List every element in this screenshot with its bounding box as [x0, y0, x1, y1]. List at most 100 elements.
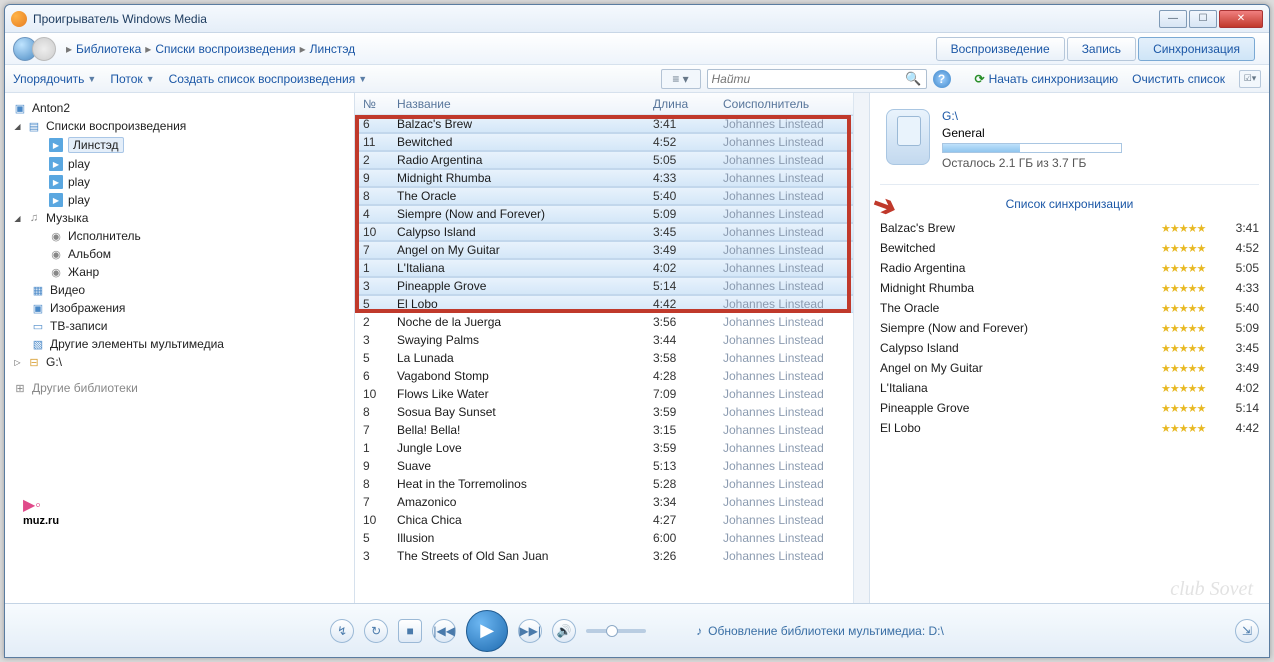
rating-stars[interactable]: ★★★★★	[1161, 322, 1219, 335]
muz-logo[interactable]: ▶◦muz.ru	[23, 495, 59, 527]
track-row[interactable]: 3Pineapple Grove5:14Johannes Linstead	[355, 277, 853, 295]
tree-playlist-item[interactable]: ▶Линстэд	[13, 135, 346, 155]
start-sync-button[interactable]: ⟳Начать синхронизацию	[975, 72, 1119, 86]
column-headers[interactable]: № Название Длина Соисполнитель	[355, 93, 853, 115]
track-row[interactable]: 9Midnight Rhumba4:33Johannes Linstead	[355, 169, 853, 187]
rating-stars[interactable]: ★★★★★	[1161, 282, 1219, 295]
stream-menu[interactable]: Поток▼	[110, 72, 154, 86]
vertical-scrollbar[interactable]	[853, 93, 869, 633]
sync-row[interactable]: El Lobo★★★★★4:42	[880, 419, 1259, 437]
sync-row[interactable]: Midnight Rhumba★★★★★4:33	[880, 279, 1259, 297]
track-row[interactable]: 3Swaying Palms3:44Johannes Linstead	[355, 331, 853, 349]
shuffle-button[interactable]: ↯	[330, 619, 354, 643]
breadcrumb-playlists[interactable]: Списки воспроизведения	[155, 42, 295, 56]
sync-row[interactable]: Bewitched★★★★★4:52	[880, 239, 1259, 257]
track-row[interactable]: 8Sosua Bay Sunset3:59Johannes Linstead	[355, 403, 853, 421]
sync-options-button[interactable]: ☑▾	[1239, 70, 1261, 88]
rating-stars[interactable]: ★★★★★	[1161, 382, 1219, 395]
sync-row[interactable]: Siempre (Now and Forever)★★★★★5:09	[880, 319, 1259, 337]
breadcrumb-current[interactable]: Линстэд	[310, 42, 356, 56]
col-num[interactable]: №	[355, 97, 397, 111]
track-row[interactable]: 10Chica Chica4:27Johannes Linstead	[355, 511, 853, 529]
sync-row[interactable]: Calypso Island★★★★★3:45	[880, 339, 1259, 357]
tree-music-item[interactable]: ◉Альбом	[13, 245, 346, 263]
breadcrumb-library[interactable]: Библиотека	[76, 42, 141, 56]
tree-other[interactable]: ▧Другие элементы мультимедиа	[13, 335, 346, 353]
tree-images[interactable]: ▣Изображения	[13, 299, 346, 317]
track-row[interactable]: 7Bella! Bella!3:15Johannes Linstead	[355, 421, 853, 439]
tree-music-item[interactable]: ◉Жанр	[13, 263, 346, 281]
col-title[interactable]: Название	[397, 97, 653, 111]
tree-music-item[interactable]: ◉Исполнитель	[13, 227, 346, 245]
sync-row[interactable]: The Oracle★★★★★5:40	[880, 299, 1259, 317]
next-button[interactable]: ▶▶|	[518, 619, 542, 643]
expander-icon[interactable]: ◢	[13, 122, 22, 131]
create-playlist-menu[interactable]: Создать список воспроизведения▼	[169, 72, 368, 86]
track-row[interactable]: 1Jungle Love3:59Johannes Linstead	[355, 439, 853, 457]
track-row[interactable]: 6Balzac's Brew3:41Johannes Linstead	[355, 115, 853, 133]
tree-drive[interactable]: ▷⊟G:\	[13, 353, 346, 371]
track-row[interactable]: 2Noche de la Juerga3:56Johannes Linstead	[355, 313, 853, 331]
col-artist[interactable]: Соисполнитель	[723, 97, 853, 111]
track-row[interactable]: 11Bewitched4:52Johannes Linstead	[355, 133, 853, 151]
stop-button[interactable]: ■	[398, 619, 422, 643]
rating-stars[interactable]: ★★★★★	[1161, 422, 1219, 435]
track-row[interactable]: 5El Lobo4:42Johannes Linstead	[355, 295, 853, 313]
rating-stars[interactable]: ★★★★★	[1161, 242, 1219, 255]
track-row[interactable]: 9Suave5:13Johannes Linstead	[355, 457, 853, 475]
track-row[interactable]: 7Angel on My Guitar3:49Johannes Linstead	[355, 241, 853, 259]
search-input[interactable]	[712, 72, 906, 86]
repeat-button[interactable]: ↻	[364, 619, 388, 643]
tree-playlist-item[interactable]: ▶play	[13, 191, 346, 209]
rating-stars[interactable]: ★★★★★	[1161, 362, 1219, 375]
track-row[interactable]: 6Vagabond Stomp4:28Johannes Linstead	[355, 367, 853, 385]
prev-button[interactable]: |◀◀	[432, 619, 456, 643]
sync-row[interactable]: L'Italiana★★★★★4:02	[880, 379, 1259, 397]
rating-stars[interactable]: ★★★★★	[1161, 262, 1219, 275]
tree-playlist-item[interactable]: ▶play	[13, 155, 346, 173]
track-row[interactable]: 5La Lunada3:58Johannes Linstead	[355, 349, 853, 367]
track-row[interactable]: 7Amazonico3:34Johannes Linstead	[355, 493, 853, 511]
help-button[interactable]: ?	[933, 70, 951, 88]
switch-view-button[interactable]: ⇲	[1235, 619, 1259, 643]
expander-icon[interactable]: ◢	[13, 214, 22, 223]
track-row[interactable]: 1L'Italiana4:02Johannes Linstead	[355, 259, 853, 277]
track-row[interactable]: 10Flows Like Water7:09Johannes Linstead	[355, 385, 853, 403]
tab-sync[interactable]: Синхронизация	[1138, 37, 1255, 61]
minimize-button[interactable]: —	[1159, 10, 1187, 28]
track-row[interactable]: 8Heat in the Torremolinos5:28Johannes Li…	[355, 475, 853, 493]
rating-stars[interactable]: ★★★★★	[1161, 302, 1219, 315]
organize-menu[interactable]: Упорядочить▼	[13, 72, 96, 86]
track-row[interactable]: 5Illusion6:00Johannes Linstead	[355, 529, 853, 547]
view-mode-button[interactable]: ≡ ▾	[661, 69, 701, 89]
col-length[interactable]: Длина	[653, 97, 723, 111]
volume-slider[interactable]	[586, 629, 646, 633]
maximize-button[interactable]: ☐	[1189, 10, 1217, 28]
sync-row[interactable]: Radio Argentina★★★★★5:05	[880, 259, 1259, 277]
tree-playlists[interactable]: ◢▤Списки воспроизведения	[13, 117, 346, 135]
clear-list-button[interactable]: Очистить список	[1132, 72, 1225, 86]
tree-playlist-item[interactable]: ▶play	[13, 173, 346, 191]
track-row[interactable]: 4Siempre (Now and Forever)5:09Johannes L…	[355, 205, 853, 223]
track-row[interactable]: 3The Streets of Old San Juan3:26Johannes…	[355, 547, 853, 565]
rating-stars[interactable]: ★★★★★	[1161, 222, 1219, 235]
tree-user[interactable]: ▣Anton2	[13, 99, 346, 117]
tree-other-libs[interactable]: ⊞Другие библиотеки	[13, 379, 346, 397]
play-button[interactable]: ▶	[466, 610, 508, 652]
rating-stars[interactable]: ★★★★★	[1161, 402, 1219, 415]
tab-record[interactable]: Запись	[1067, 37, 1136, 61]
mute-button[interactable]: 🔊	[552, 619, 576, 643]
search-box[interactable]: 🔍	[707, 69, 927, 89]
nav-forward-button[interactable]	[32, 37, 56, 61]
tab-play[interactable]: Воспроизведение	[936, 37, 1065, 61]
device-panel[interactable]: G:\ General Осталось 2.1 ГБ из 3.7 ГБ	[880, 103, 1259, 185]
track-row[interactable]: 8The Oracle5:40Johannes Linstead	[355, 187, 853, 205]
close-button[interactable]: ✕	[1219, 10, 1263, 28]
tree-tv[interactable]: ▭ТВ-записи	[13, 317, 346, 335]
rating-stars[interactable]: ★★★★★	[1161, 342, 1219, 355]
tree-music[interactable]: ◢♫Музыка	[13, 209, 346, 227]
expander-icon[interactable]: ▷	[13, 358, 22, 367]
sync-row[interactable]: Angel on My Guitar★★★★★3:49	[880, 359, 1259, 377]
sync-row[interactable]: Balzac's Brew★★★★★3:41	[880, 219, 1259, 237]
sync-row[interactable]: Pineapple Grove★★★★★5:14	[880, 399, 1259, 417]
